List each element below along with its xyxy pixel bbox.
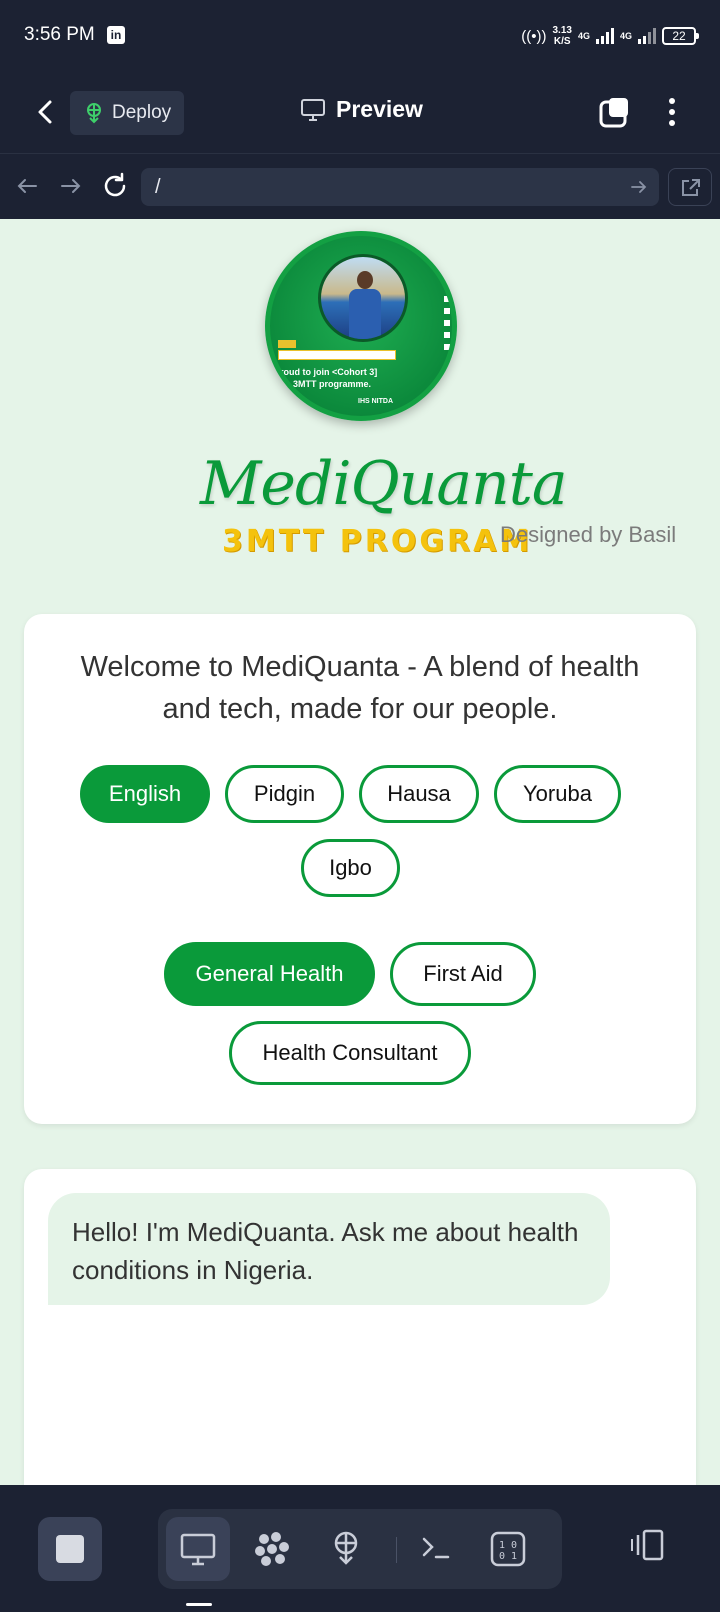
linkedin-icon: in <box>107 26 125 44</box>
open-external-button[interactable] <box>668 168 712 206</box>
battery-icon: 22 <box>662 27 699 45</box>
network-speed-unit: K/S <box>553 36 571 47</box>
extensions-tool-button[interactable] <box>240 1517 304 1581</box>
preview-title-label: Preview <box>336 96 423 122</box>
go-arrow-icon[interactable] <box>629 177 649 197</box>
chevron-left-icon <box>38 100 52 124</box>
deploy-icon <box>87 103 101 124</box>
app-bar: Deploy Preview <box>0 72 720 154</box>
designer-credit: Designed by Basil <box>500 522 677 547</box>
console-tool-button[interactable] <box>404 1517 468 1581</box>
tabs-icon <box>599 98 628 128</box>
stop-icon <box>56 1535 84 1563</box>
intro-card: Welcome to MediQuanta - A blend of healt… <box>24 614 696 1124</box>
network-speed-value: 3.13 <box>552 25 572 36</box>
welcome-text: Welcome to MediQuanta - A blend of healt… <box>80 651 640 725</box>
bottom-dock: 1 00 1 <box>0 1485 720 1612</box>
logo-text-line1: roud to join <Cohort 3] <box>280 367 378 377</box>
side-panel-button[interactable] <box>626 1521 670 1571</box>
status-bar: 3:56 PM in ((•)) 3.13 K/S 4G 4G 22 <box>0 0 720 72</box>
url-text: / <box>155 176 161 198</box>
deploy-button[interactable]: Deploy <box>70 91 184 135</box>
brand-title: MediQuanta <box>200 449 568 519</box>
status-indicators: ((•)) 3.13 K/S 4G 4G 22 <box>521 22 699 50</box>
nav-forward-button[interactable] <box>56 171 86 201</box>
preview-title: Preview <box>300 96 423 123</box>
binary-icon: 1 00 1 <box>490 1531 526 1567</box>
binary-tool-button[interactable]: 1 00 1 <box>476 1517 540 1581</box>
terminal-icon <box>422 1537 450 1559</box>
language-pidgin-button[interactable]: Pidgin <box>225 765 344 823</box>
hotspot-icon: ((•)) <box>521 27 547 45</box>
more-options-button[interactable] <box>662 94 682 130</box>
status-time: 3:56 PM <box>24 24 95 45</box>
language-english-button[interactable]: English <box>80 765 210 823</box>
mode-health-consultant-button[interactable]: Health Consultant <box>229 1021 471 1085</box>
web-viewport: roud to join <Cohort 3] he 3MTT programm… <box>0 219 720 1485</box>
deploy-tool-button[interactable] <box>314 1517 378 1581</box>
dock-tool-group: 1 00 1 <box>158 1509 562 1589</box>
monitor-icon <box>180 1533 216 1566</box>
bot-message: Hello! I'm MediQuanta. Ask me about heal… <box>48 1193 610 1305</box>
reload-icon <box>104 172 126 197</box>
monitor-icon <box>301 98 325 121</box>
url-bar: / <box>0 155 720 219</box>
mode-first-aid-button[interactable]: First Aid <box>390 942 536 1006</box>
external-link-icon <box>682 179 700 196</box>
svg-text:0 1: 0 1 <box>499 1551 517 1562</box>
logo-badge: roud to join <Cohort 3] he 3MTT programm… <box>265 231 457 421</box>
arrow-left-icon <box>17 179 37 193</box>
logo-text-line2: he 3MTT programme. <box>280 379 372 389</box>
deploy-label: Deploy <box>112 102 172 123</box>
reload-button[interactable] <box>100 171 130 201</box>
logo-footer: IHS NITDA <box>358 398 393 405</box>
program-label: 3MTT PROGRAM <box>222 524 533 559</box>
arrow-right-icon <box>61 179 81 193</box>
language-hausa-button[interactable]: Hausa <box>359 765 479 823</box>
tabs-button[interactable] <box>598 96 630 128</box>
svg-text:1 0: 1 0 <box>499 1540 517 1551</box>
language-igbo-button[interactable]: Igbo <box>301 839 400 897</box>
panel-icon <box>631 1529 664 1561</box>
back-button[interactable] <box>30 92 62 132</box>
signal-icon-2 <box>638 28 656 44</box>
preview-tool-button[interactable] <box>166 1517 230 1581</box>
mode-general-health-button[interactable]: General Health <box>164 942 375 1006</box>
chat-card: Hello! I'm MediQuanta. Ask me about heal… <box>24 1169 696 1485</box>
network-type-2: 4G <box>619 31 632 41</box>
network-speed: 3.13 K/S <box>553 25 572 47</box>
language-yoruba-button[interactable]: Yoruba <box>494 765 621 823</box>
url-input[interactable]: / <box>141 168 659 206</box>
home-indicator <box>186 1603 212 1606</box>
deploy-icon <box>334 1531 358 1565</box>
logo-photo <box>318 254 408 342</box>
signal-icon <box>595 28 614 44</box>
network-type-1: 4G <box>577 31 590 41</box>
cluster-icon <box>255 1532 289 1566</box>
stop-button[interactable] <box>38 1517 102 1581</box>
nav-back-button[interactable] <box>12 171 42 201</box>
dock-separator <box>396 1537 397 1563</box>
